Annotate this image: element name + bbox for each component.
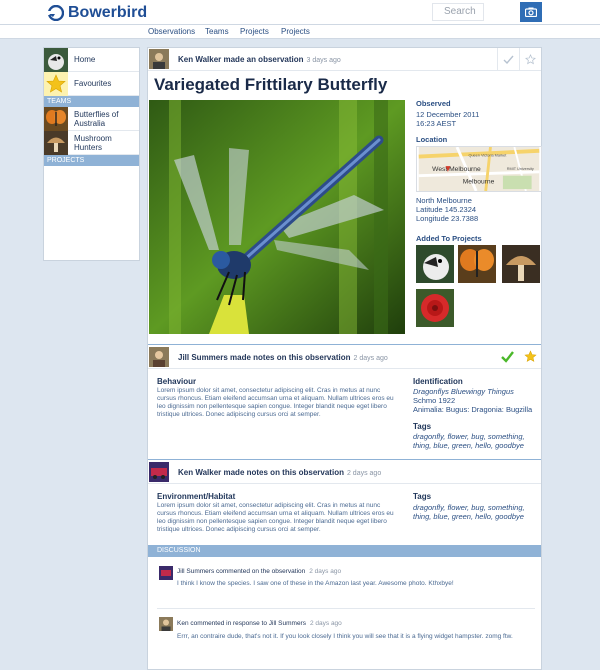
species-name: Dragonflys Bluewingy Thingus xyxy=(413,387,514,396)
check-icon xyxy=(503,55,514,64)
observation-photo[interactable] xyxy=(149,100,405,334)
nav-teams[interactable]: Teams xyxy=(205,27,229,36)
timestamp: 3 days ago xyxy=(306,57,341,64)
avatar[interactable] xyxy=(149,49,169,69)
home-avatar-icon xyxy=(44,47,68,72)
observation-card: Ken Walker made an observation 3 days ago… xyxy=(147,47,542,670)
star-outline-icon xyxy=(525,53,536,64)
comment-author-line[interactable]: Ken commented in response to Jill Summer… xyxy=(177,620,306,627)
tags-label: Tags xyxy=(413,422,432,431)
sidebar: Home Favourites TEAMS Butterflies of Aus… xyxy=(43,47,140,261)
comment-text: Errr, an contraire dude, that's not it. … xyxy=(177,633,513,640)
search-input[interactable]: Search xyxy=(432,3,484,21)
note-text: Lorem ipsum dolor sit amet, consectetur … xyxy=(157,502,394,533)
sidebar-item-butterflies[interactable]: Butterflies of Australia xyxy=(44,106,139,131)
project-thumb-butterfly[interactable] xyxy=(458,245,496,283)
tags-line[interactable]: dragonfly, flower, bug, something, xyxy=(413,503,525,512)
check-icon[interactable] xyxy=(501,351,514,363)
tags-line[interactable]: thing, blue, green, hello, goodbye xyxy=(413,441,524,450)
timestamp: 2 days ago xyxy=(353,355,388,362)
comment-author: Ken commented in response to Jill Summer… xyxy=(177,620,342,627)
location-map[interactable]: West Melbourne Queen Victoria Market Mel… xyxy=(416,146,542,192)
sidebar-item-mushroom-hunters[interactable]: Mushroom Hunters xyxy=(44,130,139,155)
note-text: Lorem ipsum dolor sit amet, consectetur … xyxy=(157,387,394,418)
note-section-title: Environment/Habitat xyxy=(157,492,236,501)
observation-header: Ken Walker made an observation 3 days ago xyxy=(148,48,541,71)
camera-button[interactable] xyxy=(520,2,542,22)
taxonomy: Animalia: Bugus: Dragonia: Bugzilla xyxy=(413,405,533,414)
observed-time: 16:23 AEST xyxy=(416,119,457,128)
star-icon xyxy=(44,71,68,96)
bowerbird-logo-icon xyxy=(48,5,64,21)
comment-author-line[interactable]: Jill Summers commented on the observatio… xyxy=(177,568,305,575)
species-author: Schmo 1922 xyxy=(413,396,456,405)
avatar[interactable] xyxy=(159,566,173,580)
nav-projects[interactable]: Projects xyxy=(240,27,269,36)
timestamp: 2 days ago xyxy=(309,568,342,575)
map-label: RMIT University xyxy=(507,167,534,171)
nav-bar: Observations Teams Projects Projects xyxy=(0,25,600,39)
note-author: Jill Summers made notes on this observat… xyxy=(178,353,388,362)
location-name: North Melbourne xyxy=(416,196,472,205)
butterfly-thumb-icon xyxy=(44,106,68,131)
tags-line[interactable]: thing, blue, green, hello, goodbye xyxy=(413,512,524,521)
sidebar-item-label: Favourites xyxy=(74,79,112,88)
map-label: Melbourne xyxy=(463,178,495,185)
nav-observations[interactable]: Observations xyxy=(148,27,195,36)
tags-line[interactable]: dragonfly, flower, bug, something, xyxy=(413,432,525,441)
avatar[interactable] xyxy=(149,347,169,367)
teams-header: TEAMS xyxy=(44,96,139,107)
favourite-button[interactable] xyxy=(519,48,541,70)
map-label: West Melbourne xyxy=(432,166,481,173)
timestamp: 2 days ago xyxy=(346,470,382,477)
sidebar-item-label: Butterflies of Australia xyxy=(74,109,119,128)
sidebar-item-label: Home xyxy=(74,55,96,64)
note-author: Ken Walker made notes on this observatio… xyxy=(178,468,381,477)
sidebar-item-favourites[interactable]: Favourites xyxy=(44,71,139,96)
sidebar-item-label: Mushroom Hunters xyxy=(74,133,112,152)
project-thumb-flower[interactable] xyxy=(416,289,454,327)
nav-projects-2[interactable]: Projects xyxy=(281,27,310,36)
observed-label: Observed xyxy=(416,99,451,108)
project-thumb-mushroom[interactable] xyxy=(502,245,540,283)
app-name: Bowerbird xyxy=(68,4,148,21)
divider xyxy=(157,608,535,609)
location-latitude: Latitude 145.2324 xyxy=(416,205,477,214)
projects-label: Added To Projects xyxy=(416,234,482,243)
author-line[interactable]: Ken Walker made an observation xyxy=(178,55,304,64)
author-line[interactable]: Jill Summers made notes on this observat… xyxy=(178,353,351,362)
app-logo[interactable]: Bowerbird xyxy=(48,4,147,22)
tags-label: Tags xyxy=(413,492,432,501)
map-label: Queen Victoria Market xyxy=(468,154,507,158)
avatar[interactable] xyxy=(149,462,169,482)
note-header: Jill Summers made notes on this observat… xyxy=(148,344,541,369)
comment-text: I think I know the species. I saw one of… xyxy=(177,580,454,587)
note-section-title: Behaviour xyxy=(157,377,197,386)
star-icon[interactable] xyxy=(524,350,537,363)
observation-title: Variegated Frittilary Butterfly xyxy=(154,75,388,94)
observation-author: Ken Walker made an observation 3 days ago xyxy=(178,55,341,64)
projects-header: PROJECTS xyxy=(44,155,139,166)
comment-author: Jill Summers commented on the observatio… xyxy=(177,568,341,575)
check-button[interactable] xyxy=(497,48,519,70)
camera-icon xyxy=(525,7,537,17)
avatar[interactable] xyxy=(159,617,173,631)
discussion-header: DISCUSSION xyxy=(148,545,541,557)
identification-label: Identification xyxy=(413,377,463,386)
top-bar: Bowerbird Search xyxy=(0,0,600,25)
timestamp: 2 days ago xyxy=(309,620,342,627)
observed-date: 12 December 2011 xyxy=(416,110,480,119)
project-thumb-bird[interactable] xyxy=(416,245,454,283)
location-label: Location xyxy=(416,135,448,144)
mushroom-thumb-icon xyxy=(44,130,68,155)
location-longitude: Longitude 23.7388 xyxy=(416,214,479,223)
sidebar-item-home[interactable]: Home xyxy=(44,47,139,72)
note-header: Ken Walker made notes on this observatio… xyxy=(148,459,541,484)
author-line[interactable]: Ken Walker made notes on this observatio… xyxy=(178,468,344,477)
